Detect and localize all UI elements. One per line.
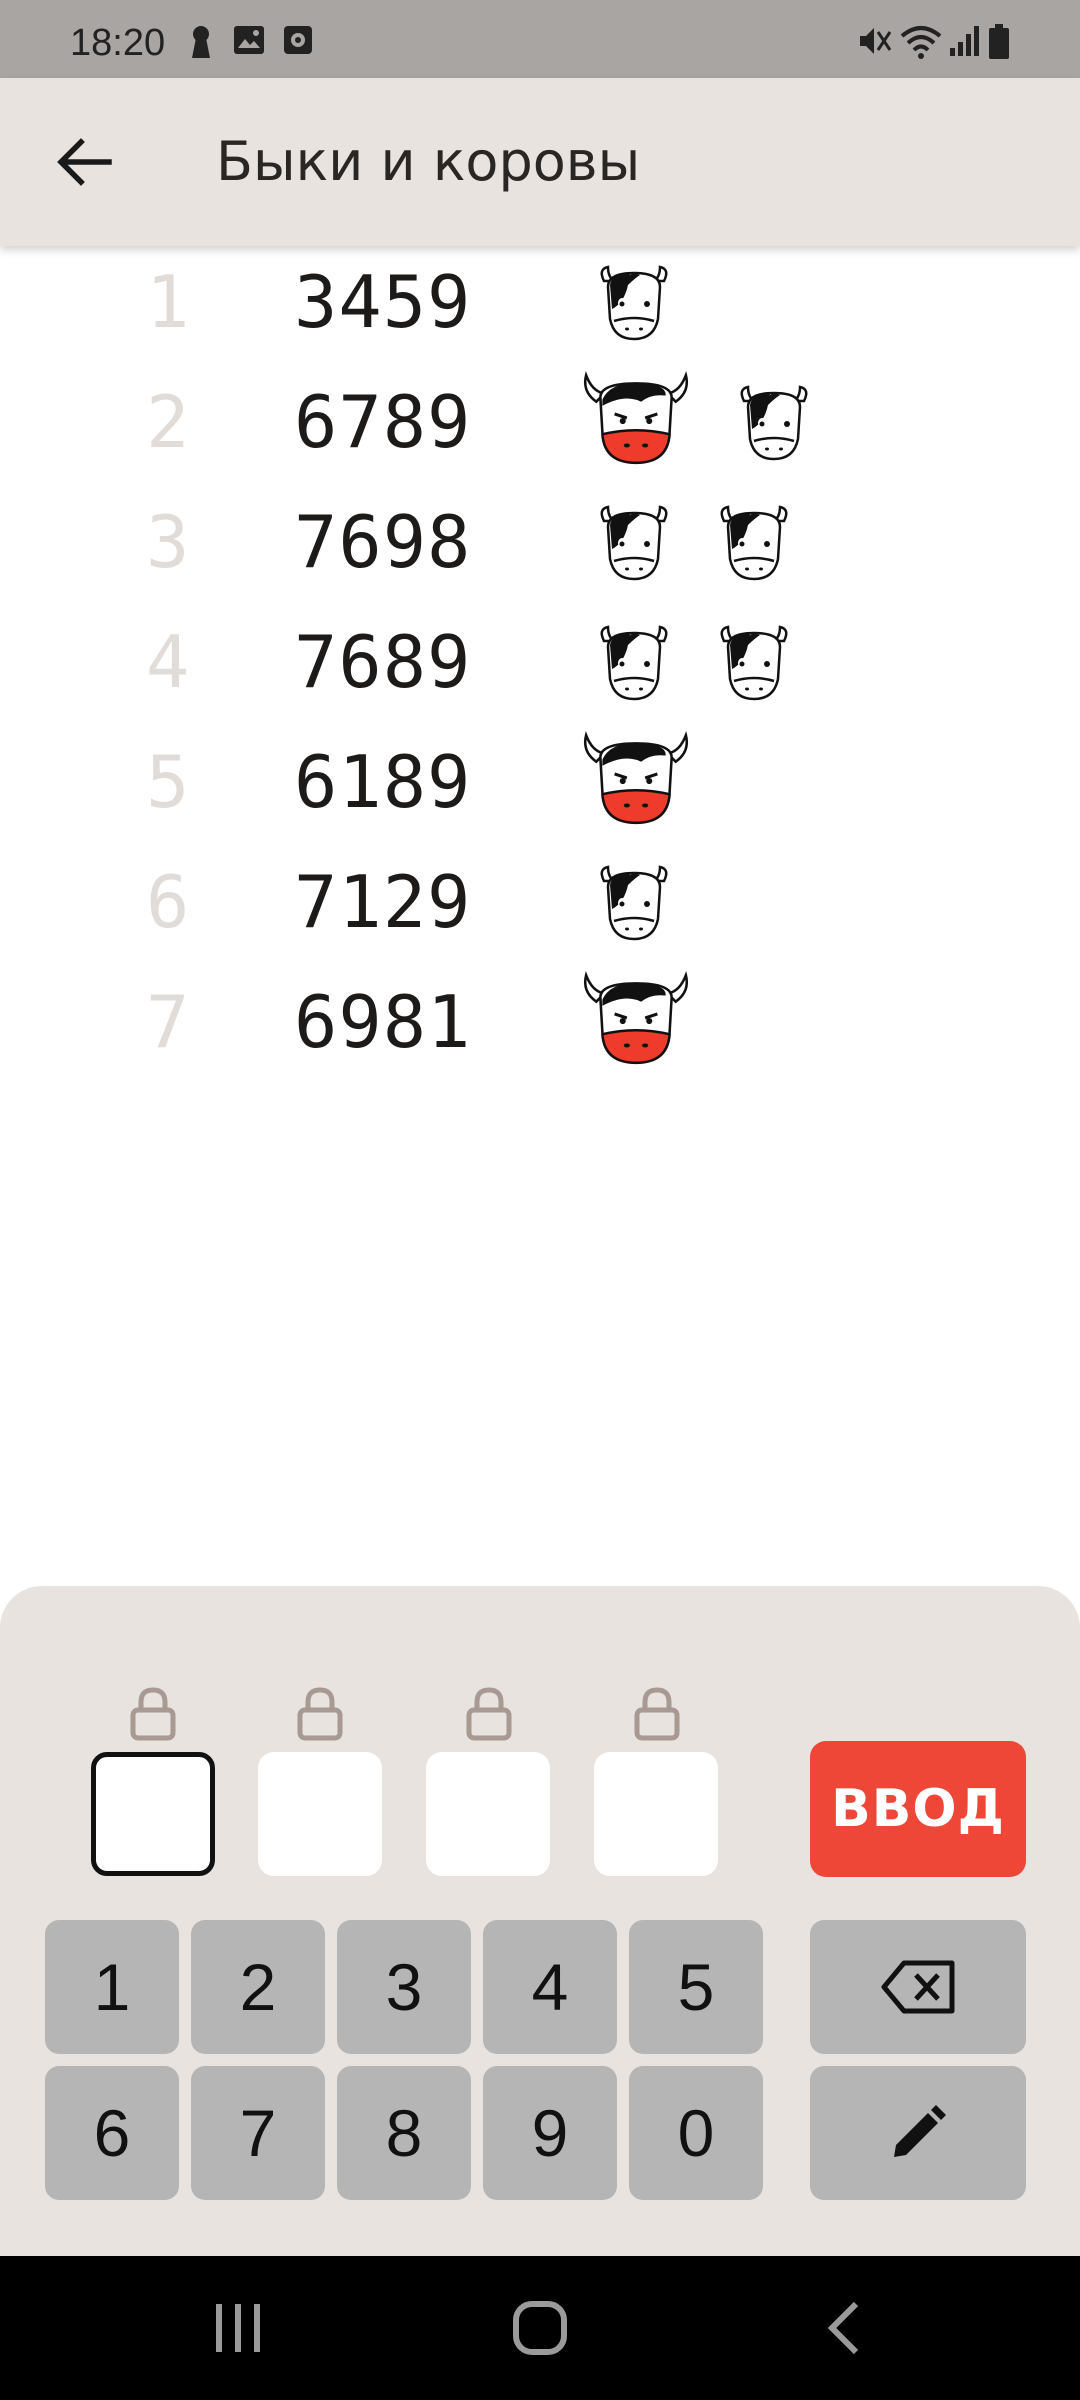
guess-index: 6: [146, 860, 190, 944]
guess-row: 2 6789: [0, 366, 1080, 486]
guess-index: 5: [146, 740, 190, 824]
home-icon[interactable]: [510, 2298, 570, 2358]
digit-slot-3[interactable]: [426, 1752, 550, 1876]
guess-index: 3: [146, 500, 190, 584]
back-button[interactable]: [40, 120, 130, 204]
arrow-left-icon: [57, 138, 112, 186]
key-6[interactable]: 6: [45, 2066, 179, 2200]
cow-icon: [720, 625, 788, 701]
lock-icon[interactable]: [629, 1686, 685, 1742]
image-icon: [234, 26, 264, 54]
digit-slot-1[interactable]: [91, 1752, 215, 1876]
digit-slot-4[interactable]: [594, 1752, 718, 1876]
key-5[interactable]: 5: [629, 1920, 763, 2054]
key-1[interactable]: 1: [45, 1920, 179, 2054]
status-bar: 18:20: [0, 0, 1080, 78]
mute-icon: [860, 28, 892, 54]
wifi-icon: [900, 26, 942, 59]
app-bar: Быки и коровы: [0, 78, 1080, 246]
cow-icon: [600, 865, 668, 941]
status-time: 18:20: [70, 22, 166, 64]
guess-index: 7: [146, 980, 190, 1064]
digit-slot-2[interactable]: [258, 1752, 382, 1876]
media-icon: [284, 26, 312, 54]
key-8[interactable]: 8: [337, 2066, 471, 2200]
keyhole-icon: [192, 26, 210, 58]
guess-number: 7698: [294, 500, 472, 584]
page-title: Быки и коровы: [216, 130, 641, 193]
backspace-icon: [881, 1960, 955, 2014]
lock-icon[interactable]: [125, 1686, 181, 1742]
bull-icon: [583, 373, 689, 465]
pencil-icon: [894, 2105, 946, 2157]
key-4[interactable]: 4: [483, 1920, 617, 2054]
lock-icon[interactable]: [461, 1686, 517, 1742]
key-0[interactable]: 0: [629, 2066, 763, 2200]
guess-number: 3459: [294, 260, 472, 344]
key-7[interactable]: 7: [191, 2066, 325, 2200]
guess-row: 1 3459: [0, 246, 1080, 366]
battery-icon: [989, 24, 1009, 59]
guess-number: 6189: [294, 740, 472, 824]
cow-icon: [740, 385, 808, 461]
signal-icon: [950, 26, 979, 56]
guess-row: 7 6981: [0, 966, 1080, 1086]
enter-button[interactable]: ВВОД: [810, 1741, 1026, 1877]
guess-row: 3 7698: [0, 486, 1080, 606]
guess-number: 7129: [294, 860, 472, 944]
backspace-button[interactable]: [810, 1920, 1026, 2054]
guess-number: 7689: [294, 620, 472, 704]
cow-icon: [720, 505, 788, 581]
guess-number: 6981: [294, 980, 472, 1064]
guess-row: 6 7129: [0, 846, 1080, 966]
back-icon[interactable]: [820, 2298, 870, 2358]
cow-icon: [600, 505, 668, 581]
lock-icon[interactable]: [292, 1686, 348, 1742]
bull-icon: [583, 973, 689, 1065]
bull-icon: [583, 733, 689, 825]
recent-apps-icon[interactable]: [210, 2298, 266, 2358]
guess-index: 1: [146, 260, 190, 344]
key-9[interactable]: 9: [483, 2066, 617, 2200]
guess-index: 2: [146, 380, 190, 464]
key-3[interactable]: 3: [337, 1920, 471, 2054]
guess-row: 4 7689: [0, 606, 1080, 726]
keypad-panel: ВВОД 1 2 3 4 5 6 7 8 9 0: [0, 1586, 1080, 2256]
navigation-bar: [0, 2256, 1080, 2400]
cow-icon: [600, 625, 668, 701]
cow-icon: [600, 265, 668, 341]
guess-number: 6789: [294, 380, 472, 464]
guess-row: 5 6189: [0, 726, 1080, 846]
guess-index: 4: [146, 620, 190, 704]
edit-button[interactable]: [810, 2066, 1026, 2200]
key-2[interactable]: 2: [191, 1920, 325, 2054]
